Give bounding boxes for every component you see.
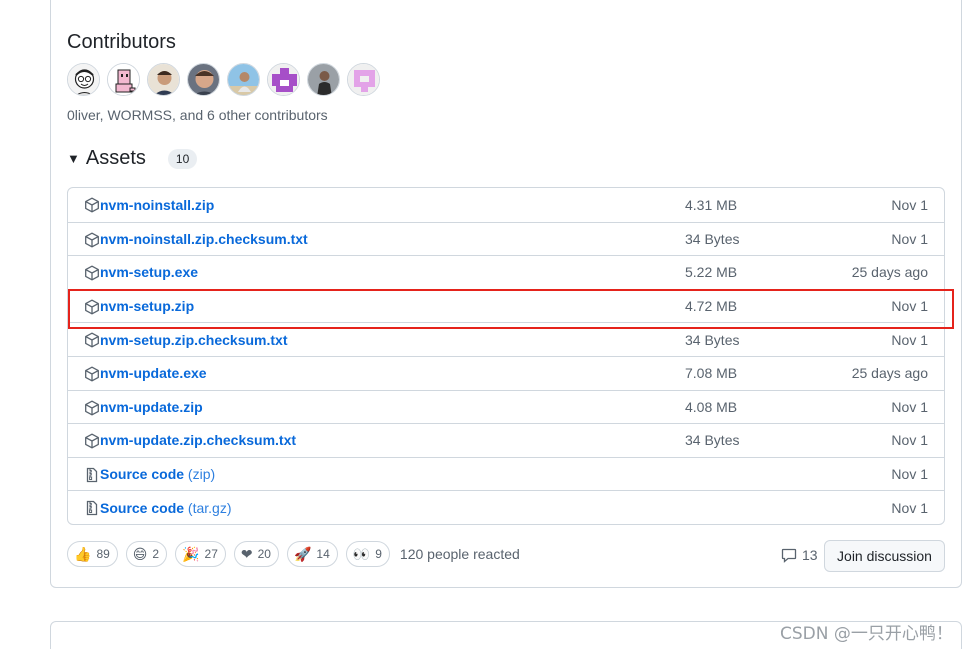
- asset-link-suffix: (tar.gz): [187, 499, 232, 516]
- avatar[interactable]: [107, 63, 140, 96]
- reaction-count: 89: [96, 547, 110, 561]
- reaction-count: 27: [204, 547, 218, 561]
- asset-link-label: Source code: [100, 499, 185, 516]
- reaction-heart-button[interactable]: ❤ 20: [233, 541, 279, 567]
- asset-size: 4.31 MB: [685, 196, 738, 213]
- reaction-count: 9: [375, 547, 382, 561]
- avatar[interactable]: [227, 63, 260, 96]
- asset-date: Nov 1: [891, 398, 928, 415]
- package-icon: [84, 232, 100, 248]
- asset-row: nvm-setup.zip.checksum.txt 34 Bytes Nov 1: [68, 322, 944, 356]
- asset-row: nvm-update.zip.checksum.txt 34 Bytes Nov 1: [68, 423, 944, 457]
- avatar[interactable]: [147, 63, 180, 96]
- asset-size: 34 Bytes: [685, 230, 740, 247]
- asset-date: 25 days ago: [851, 264, 928, 281]
- asset-date: Nov 1: [891, 196, 928, 213]
- file-zip-icon: [84, 467, 100, 483]
- asset-link[interactable]: nvm-update.zip: [100, 399, 203, 415]
- asset-date: Nov 1: [891, 230, 928, 247]
- assets-list: nvm-noinstall.zip 4.31 MB Nov 1 nvm-noinsta…: [67, 187, 945, 525]
- asset-size: 34 Bytes: [685, 331, 740, 348]
- reaction-rocket-button[interactable]: 🚀 14: [286, 541, 338, 567]
- asset-link[interactable]: Source code (zip): [100, 466, 215, 482]
- avatar[interactable]: [267, 63, 300, 96]
- asset-row: Source code (tar.gz) Nov 1: [68, 490, 944, 524]
- assets-count-badge: 10: [167, 148, 198, 169]
- tada-icon: 🎉: [182, 546, 200, 562]
- asset-link[interactable]: nvm-noinstall.zip.checksum.txt: [100, 231, 308, 247]
- asset-link-label: Source code: [100, 466, 185, 483]
- package-icon: [84, 299, 100, 315]
- asset-row: nvm-setup.zip 4.72 MB Nov 1: [68, 288, 944, 323]
- reaction-count: 2: [152, 547, 160, 561]
- reaction-count: 20: [257, 547, 271, 561]
- asset-date: 25 days ago: [851, 365, 928, 382]
- asset-row: Source code (zip) Nov 1: [68, 456, 944, 491]
- asset-link[interactable]: nvm-setup.zip.checksum.txt: [100, 332, 288, 348]
- asset-row: nvm-noinstall.zip 4.31 MB Nov 1: [68, 188, 944, 222]
- asset-link[interactable]: Source code (tar.gz): [100, 500, 232, 516]
- package-icon: [84, 332, 100, 348]
- asset-row: nvm-update.exe 7.08 MB 25 days ago: [68, 355, 944, 390]
- asset-date: Nov 1: [891, 331, 928, 348]
- comments-count-value: 13: [802, 547, 818, 563]
- contributors-summary: 0liver, WORMSS, and 6 other contributors: [67, 107, 328, 123]
- asset-link[interactable]: nvm-setup.zip: [100, 298, 194, 314]
- comment-icon: [781, 548, 797, 563]
- asset-date: Nov 1: [891, 432, 928, 449]
- reaction-eyes-button[interactable]: 👀 9: [345, 541, 390, 567]
- asset-date: Nov 1: [891, 499, 928, 516]
- asset-date: Nov 1: [891, 298, 928, 315]
- avatar[interactable]: [187, 63, 220, 96]
- asset-link[interactable]: nvm-setup.exe: [100, 264, 198, 280]
- avatar[interactable]: [347, 63, 380, 96]
- triangle-down-icon: ▼: [67, 151, 80, 166]
- reaction-thumbs-up-button[interactable]: 👍 89: [67, 541, 118, 567]
- contributors-heading: Contributors: [67, 31, 176, 53]
- package-icon: [84, 366, 100, 382]
- avatar[interactable]: [307, 63, 340, 96]
- reactions-bar: 👍 89 😄 2 🎉 27 ❤ 20 🚀 14 👀 9 120 people reacted: [67, 541, 520, 567]
- asset-size: 7.08 MB: [685, 365, 738, 382]
- package-icon: [84, 400, 100, 416]
- asset-link[interactable]: nvm-update.zip.checksum.txt: [100, 432, 296, 448]
- package-icon: [84, 433, 100, 449]
- eyes-icon: 👀: [352, 546, 371, 562]
- avatar[interactable]: [67, 63, 100, 96]
- asset-row: nvm-setup.exe 5.22 MB 25 days ago: [68, 255, 944, 289]
- reactions-summary: 120 people reacted: [399, 546, 520, 562]
- heart-icon: ❤: [240, 546, 253, 562]
- file-zip-icon: [84, 500, 100, 516]
- asset-row: nvm-update.zip 4.08 MB Nov 1: [68, 389, 944, 424]
- asset-size: 4.08 MB: [685, 398, 738, 415]
- comments-count[interactable]: 13: [781, 547, 818, 563]
- asset-date: Nov 1: [891, 466, 928, 483]
- package-icon: [84, 197, 100, 213]
- asset-size: 34 Bytes: [685, 432, 740, 449]
- asset-size: 5.22 MB: [685, 264, 738, 281]
- thumbs-up-icon: 👍: [74, 546, 92, 562]
- smile-icon: 😄: [132, 546, 148, 562]
- rocket-icon: 🚀: [293, 546, 312, 562]
- asset-row: nvm-noinstall.zip.checksum.txt 34 Bytes No…: [68, 221, 944, 256]
- watermark: CSDN @一只开心鸭！: [780, 624, 953, 644]
- reaction-count: 14: [316, 547, 330, 561]
- assets-toggle[interactable]: ▼ Assets 10: [67, 147, 198, 170]
- asset-link-suffix: (zip): [187, 466, 216, 483]
- asset-link[interactable]: nvm-update.exe: [100, 365, 207, 381]
- reaction-tada-button[interactable]: 🎉 27: [175, 541, 226, 567]
- asset-link[interactable]: nvm-noinstall.zip: [100, 197, 214, 213]
- contributors-avatars: [67, 63, 380, 96]
- reaction-smile-button[interactable]: 😄 2: [125, 541, 168, 567]
- join-discussion-button[interactable]: Join discussion: [824, 540, 945, 572]
- assets-heading: Assets: [85, 147, 146, 169]
- package-icon: [84, 265, 100, 281]
- asset-size: 4.72 MB: [685, 298, 738, 315]
